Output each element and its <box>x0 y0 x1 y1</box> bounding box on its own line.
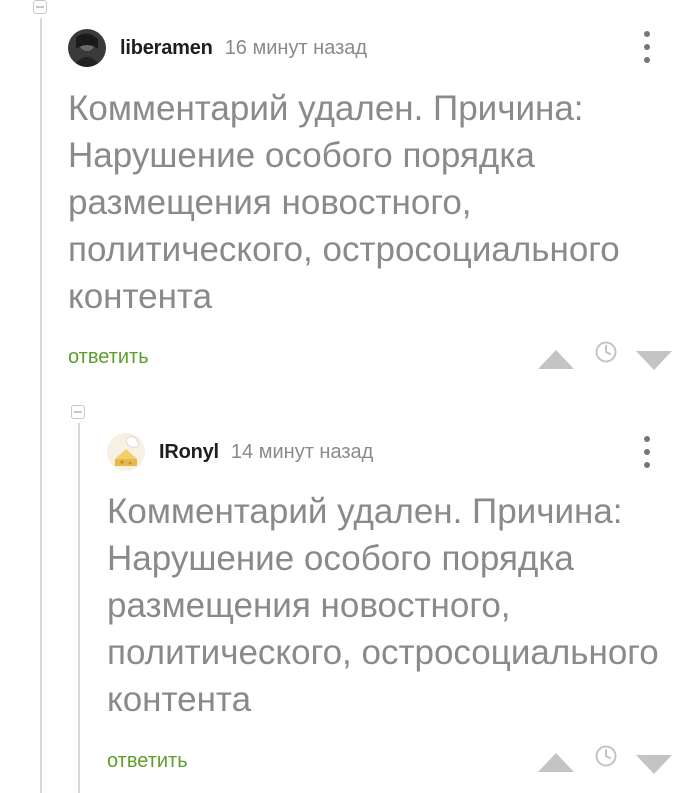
more-options-icon[interactable] <box>642 31 652 63</box>
collapse-reply-thread-button[interactable] <box>71 405 85 419</box>
avatar[interactable] <box>68 29 106 67</box>
comment-time: 14 минут назад <box>230 440 374 463</box>
comment-text: Комментарий удален. Причина: Нарушение о… <box>68 89 620 316</box>
comment-time: 16 минут назад <box>224 36 368 59</box>
avatar[interactable] <box>107 433 145 471</box>
author-name[interactable]: liberamen <box>120 37 213 60</box>
reply-link[interactable]: ответить <box>107 750 188 773</box>
comment-header: liberamen 16 минут назад <box>68 28 367 68</box>
downvote-icon[interactable] <box>636 755 672 774</box>
comment-text: Комментарий удален. Причина: Нарушение о… <box>107 492 659 719</box>
collapse-thread-button[interactable] <box>33 0 47 14</box>
reply-link[interactable]: ответить <box>68 346 149 369</box>
more-options-icon[interactable] <box>642 436 652 468</box>
comment-header: IRonyl 14 минут назад <box>107 432 373 472</box>
author-name[interactable]: IRonyl <box>159 441 219 464</box>
clock-icon[interactable] <box>595 341 617 363</box>
downvote-icon[interactable] <box>636 351 672 370</box>
upvote-icon[interactable] <box>538 753 574 772</box>
upvote-icon[interactable] <box>538 350 574 369</box>
clock-icon[interactable] <box>595 745 617 767</box>
reply-thread-line <box>78 423 80 793</box>
thread-line <box>40 18 42 793</box>
